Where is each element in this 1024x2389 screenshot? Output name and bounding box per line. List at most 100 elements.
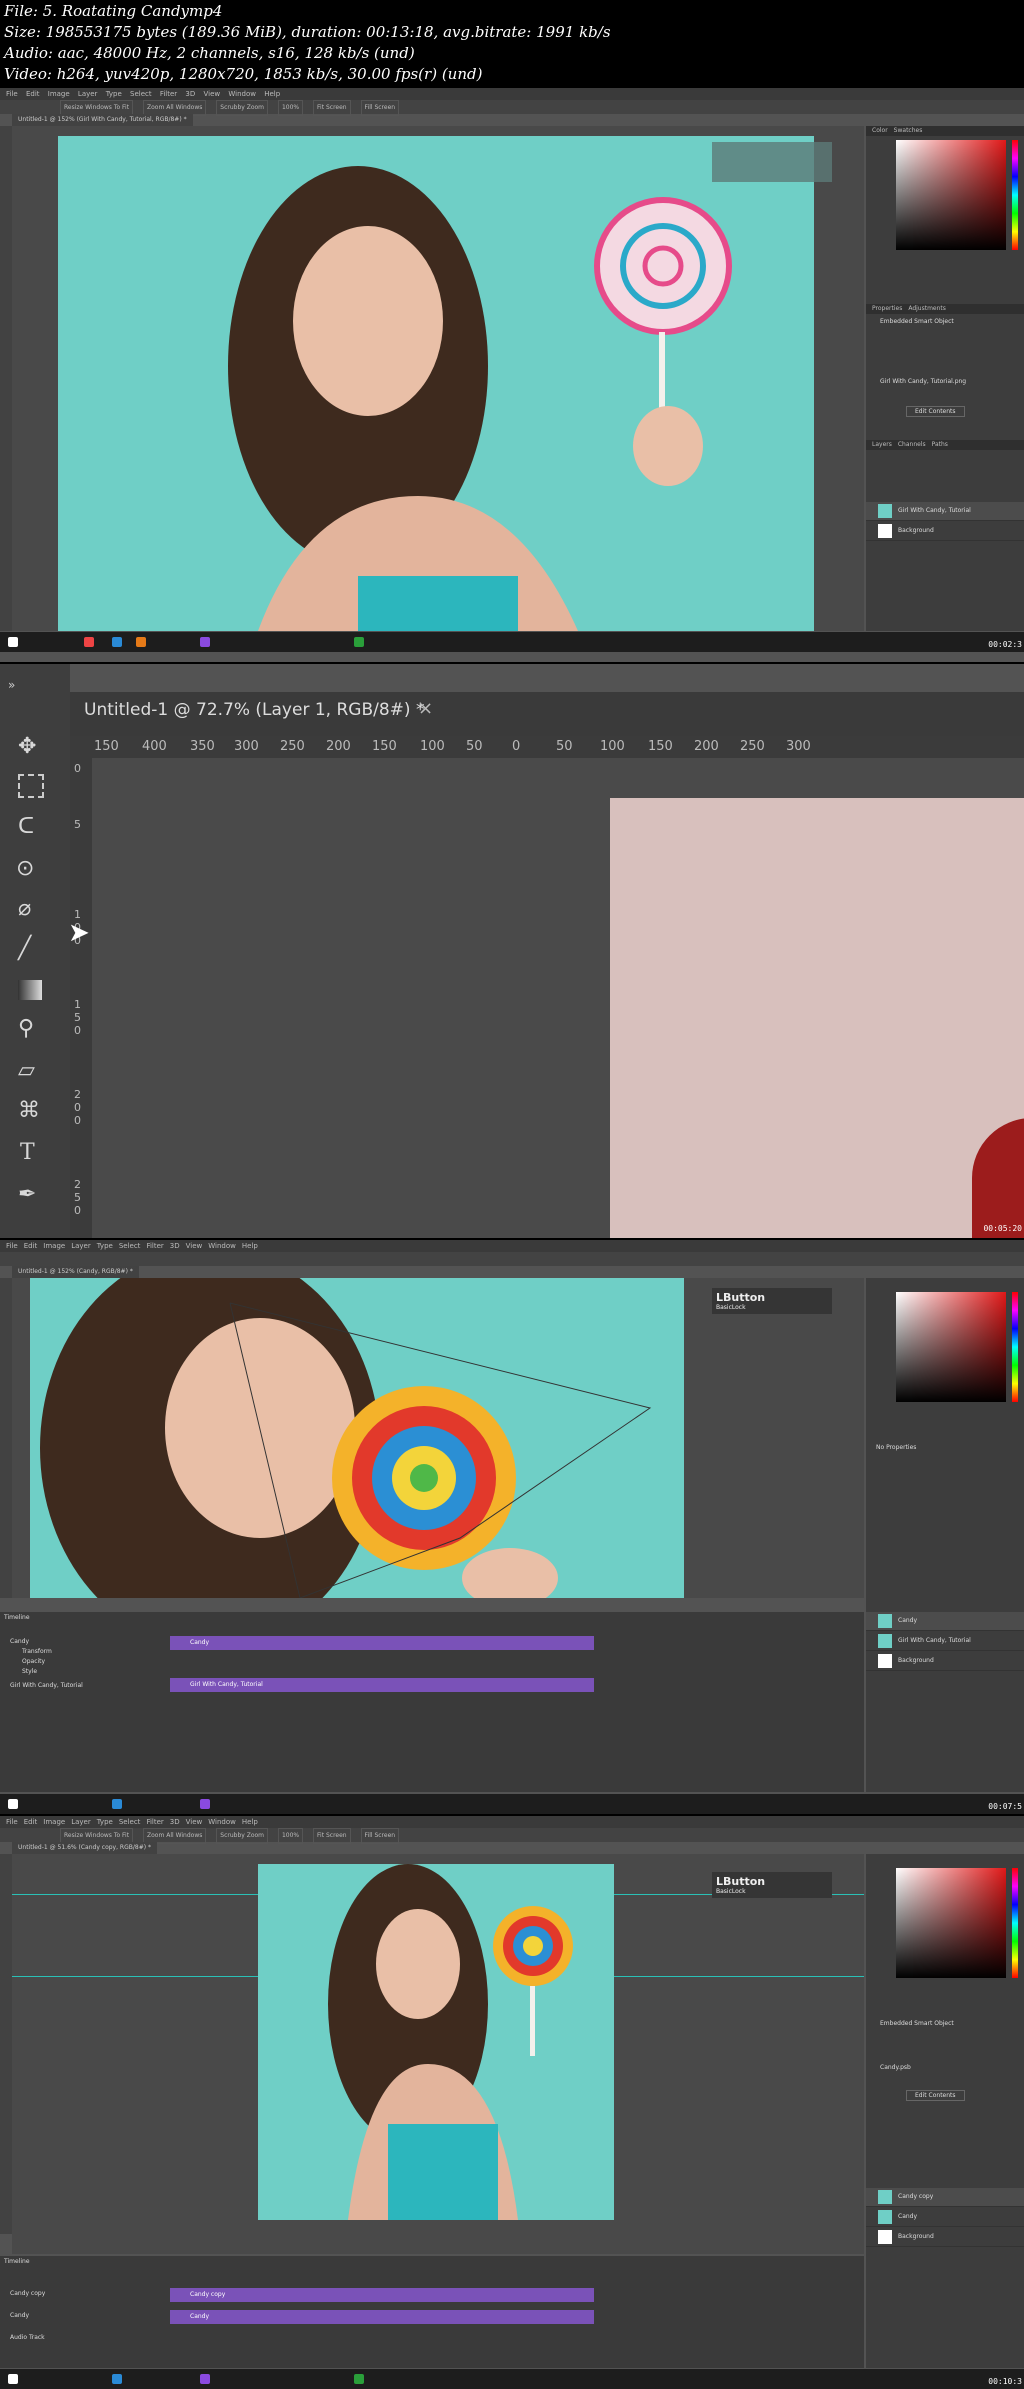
layer-row[interactable]: Background xyxy=(866,522,1024,541)
type-tool-icon[interactable]: T xyxy=(20,1140,35,1165)
menu-edit[interactable]: Edit xyxy=(24,1816,38,1828)
document-tab[interactable]: Untitled-1 @ 152% (Candy, RGB/8#) * xyxy=(12,1266,139,1278)
timeline-track[interactable]: Candy xyxy=(170,1636,594,1650)
menu-image[interactable]: Image xyxy=(43,1240,65,1252)
fit-screen-button[interactable]: Fit Screen xyxy=(313,100,351,116)
tab-swatches[interactable]: Swatches xyxy=(894,127,923,134)
excel-icon[interactable] xyxy=(354,637,364,647)
fit-screen-button[interactable]: Fit Screen xyxy=(313,1828,351,1844)
fill-screen-button[interactable]: Fill Screen xyxy=(360,1828,400,1844)
layer-row[interactable]: Girl With Candy, Tutorial xyxy=(866,1632,1024,1651)
color-picker-field[interactable] xyxy=(896,140,1006,250)
menu-edit[interactable]: Edit xyxy=(26,88,40,100)
menu-view[interactable]: View xyxy=(204,88,221,100)
tools-panel[interactable] xyxy=(0,1854,12,2234)
fill-screen-button[interactable]: Fill Screen xyxy=(360,100,400,116)
hue-slider[interactable] xyxy=(1012,1868,1018,1978)
premiere-icon[interactable] xyxy=(200,637,210,647)
premiere-icon[interactable] xyxy=(200,2374,210,2384)
zoom-100-button[interactable]: 100% xyxy=(277,1828,304,1844)
menu-view[interactable]: View xyxy=(186,1240,203,1252)
menu-layer[interactable]: Layer xyxy=(71,1816,91,1828)
tab-color[interactable]: Color xyxy=(872,127,888,134)
hue-slider[interactable] xyxy=(1012,1292,1018,1402)
eyedropper-tool-icon[interactable]: ⌀ xyxy=(18,896,31,921)
tab-paths[interactable]: Paths xyxy=(932,441,948,448)
menu-type[interactable]: Type xyxy=(97,1816,113,1828)
menu-filter[interactable]: Filter xyxy=(146,1240,163,1252)
stamp-tool-icon[interactable]: ⚲ xyxy=(18,1016,34,1041)
layer-row[interactable]: Candy xyxy=(866,1612,1024,1631)
tab-layers[interactable]: Layers xyxy=(872,441,892,448)
layer-row[interactable]: Candy copy xyxy=(866,2188,1024,2207)
document-tab[interactable]: Untitled-1 @ 51.6% (Candy copy, RGB/8#) … xyxy=(12,1842,157,1854)
menu-layer[interactable]: Layer xyxy=(71,1240,91,1252)
timeline-track[interactable]: Girl With Candy, Tutorial xyxy=(170,1678,594,1692)
start-icon[interactable] xyxy=(8,637,18,647)
menu-filter[interactable]: Filter xyxy=(146,1816,163,1828)
layer-row[interactable]: Candy xyxy=(866,2208,1024,2227)
canvas-area[interactable]: LButton BasicLock xyxy=(12,1854,864,2254)
document-tab[interactable]: Untitled-1 @ 72.7% (Layer 1, RGB/8#) * xyxy=(84,700,424,720)
eraser-tool-icon[interactable]: ▱ xyxy=(18,1058,35,1083)
menu-type[interactable]: Type xyxy=(106,88,122,100)
gradient-tool-icon[interactable] xyxy=(18,980,42,1000)
timeline-track[interactable]: Candy copy xyxy=(170,2288,594,2302)
tab-channels[interactable]: Channels xyxy=(898,441,926,448)
brush-tool-icon[interactable]: ╱ xyxy=(18,936,31,961)
menu-view[interactable]: View xyxy=(186,1816,203,1828)
menu-help[interactable]: Help xyxy=(242,1240,258,1252)
marquee-tool-icon[interactable] xyxy=(18,774,44,798)
menu-select[interactable]: Select xyxy=(119,1240,141,1252)
menu-window[interactable]: Window xyxy=(228,88,256,100)
tab-adjustments[interactable]: Adjustments xyxy=(908,305,946,312)
scrubby-zoom-option[interactable]: Scrubby Zoom xyxy=(216,100,269,116)
premiere-icon[interactable] xyxy=(200,1799,210,1809)
close-tab-icon[interactable]: × xyxy=(418,698,433,719)
collapse-icon[interactable]: » xyxy=(8,678,15,692)
start-icon[interactable] xyxy=(8,2374,18,2384)
canvas-area[interactable]: LButton BasicLock xyxy=(12,1248,864,1648)
color-picker-field[interactable] xyxy=(896,1292,1006,1402)
menu-filter[interactable]: Filter xyxy=(160,88,177,100)
menu-image[interactable]: Image xyxy=(43,1816,65,1828)
menu-layer[interactable]: Layer xyxy=(78,88,98,100)
document-tab[interactable]: Untitled-1 @ 152% (Girl With Candy, Tuto… xyxy=(12,114,193,126)
layer-row[interactable]: Girl With Candy, Tutorial xyxy=(866,502,1024,521)
menu-image[interactable]: Image xyxy=(48,88,70,100)
quick-selection-tool-icon[interactable]: ⊙ xyxy=(16,856,34,881)
menu-file[interactable]: File xyxy=(6,1816,18,1828)
photoshop-icon[interactable] xyxy=(112,637,122,647)
zoom-100-button[interactable]: 100% xyxy=(277,100,304,116)
spot-healing-tool-icon[interactable]: ⌘ xyxy=(18,1098,40,1123)
zoomed-image[interactable] xyxy=(610,798,1024,1238)
menu-select[interactable]: Select xyxy=(119,1816,141,1828)
photoshop-icon[interactable] xyxy=(112,1799,122,1809)
chrome-icon[interactable] xyxy=(84,637,94,647)
photoshop-icon[interactable] xyxy=(112,2374,122,2384)
start-icon[interactable] xyxy=(8,1799,18,1809)
tab-properties[interactable]: Properties xyxy=(872,305,902,312)
edit-contents-button[interactable]: Edit Contents xyxy=(906,406,965,417)
menu-type[interactable]: Type xyxy=(97,1240,113,1252)
menu-3d[interactable]: 3D xyxy=(170,1816,180,1828)
menu-file[interactable]: File xyxy=(6,88,18,100)
photo-canvas[interactable] xyxy=(58,136,814,631)
color-picker-field[interactable] xyxy=(896,1868,1006,1978)
excel-icon[interactable] xyxy=(354,2374,364,2384)
canvas-area[interactable] xyxy=(12,126,864,631)
menu-window[interactable]: Window xyxy=(208,1240,236,1252)
menu-edit[interactable]: Edit xyxy=(24,1240,38,1252)
move-tool-icon[interactable]: ✥ xyxy=(18,734,36,759)
tools-panel[interactable] xyxy=(0,126,12,631)
timeline-track[interactable]: Candy xyxy=(170,2310,594,2324)
menu-3d[interactable]: 3D xyxy=(170,1240,180,1252)
tools-panel[interactable] xyxy=(0,1278,12,1598)
canvas-area[interactable]: ➤ xyxy=(68,758,1024,1238)
menu-help[interactable]: Help xyxy=(242,1816,258,1828)
photo-canvas[interactable] xyxy=(258,1864,614,2220)
hue-slider[interactable] xyxy=(1012,140,1018,250)
edit-contents-button[interactable]: Edit Contents xyxy=(906,2090,965,2101)
photo-canvas[interactable] xyxy=(30,1248,684,1648)
scrubby-zoom-option[interactable]: Scrubby Zoom xyxy=(216,1828,269,1844)
